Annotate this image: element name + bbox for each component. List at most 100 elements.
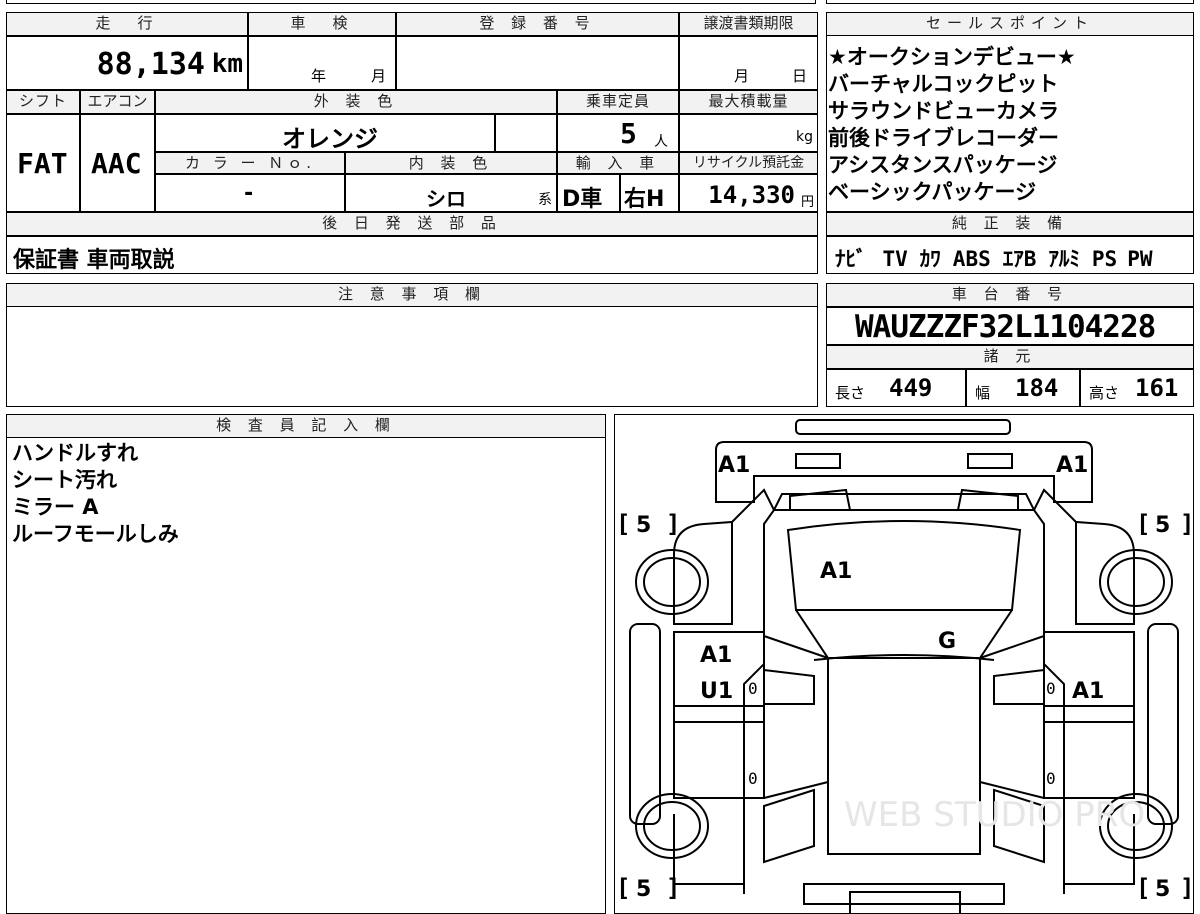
spec-width-cell: 幅 184 [966, 369, 1080, 407]
capacity-value: 5 [620, 117, 637, 150]
door-mark-lf: 0 [748, 679, 758, 698]
header-notes: 注 意 事 項 欄 [6, 283, 818, 307]
mark-front-right: A1 [1056, 453, 1088, 478]
header-capacity: 乗車定員 [557, 90, 679, 114]
sales-point-item: ★オークションデビュー★ [828, 45, 1076, 69]
transfer-day: 日 [792, 67, 808, 85]
mark-left-door-1: A1 [700, 643, 732, 668]
ext-color-value: オレンジ [282, 125, 378, 153]
spec-length-label: 長さ [835, 384, 866, 402]
spec-length-cell: 長さ 449 [826, 369, 966, 407]
top-strip-right [826, 0, 1194, 4]
mark-left-door-2: U1 [700, 679, 733, 704]
car-diagram: [ ] [ ] [ ] [ ] 5 5 5 5 A1 A1 A1 G A1 U1… [616, 419, 1194, 913]
import-type-cell: D車 [557, 174, 620, 212]
inspector-note: ルーフモールしみ [12, 522, 179, 546]
max-load-cell: kg [679, 114, 818, 152]
genuine-item: TV [882, 247, 908, 271]
inspector-note: シート汚れ [12, 468, 117, 492]
tire-rr-mark: 5 [1155, 877, 1170, 902]
genuine-item: ｶﾜ [919, 247, 941, 271]
tire-rl-bracket-left: [ [616, 874, 630, 902]
steering-value: 右H [624, 187, 665, 212]
tire-fl-bracket-left: [ [616, 510, 630, 538]
header-transfer-deadline: 譲渡書類期限 [679, 12, 818, 36]
capacity-cell: 5 人 [557, 114, 679, 152]
sales-point-item: バーチャルコックピット [828, 72, 1059, 96]
recycle-value: 14,330 [708, 181, 795, 209]
genuine-list: ﾅﾋﾞ TV ｶﾜ ABS ｴｱB ｱﾙﾐ PS PW [835, 243, 1152, 273]
genuine-cell: ﾅﾋﾞ TV ｶﾜ ABS ｴｱB ｱﾙﾐ PS PW [826, 236, 1194, 274]
top-strip [6, 0, 816, 4]
header-specs: 諸 元 [826, 345, 1194, 369]
aircon-cell: AAC [80, 114, 155, 212]
spec-height-cell: 高さ 161 [1080, 369, 1194, 407]
sales-point-item: アシスタンスパッケージ [828, 153, 1058, 177]
genuine-item: ABS [952, 247, 991, 271]
header-color-no: カ ラ ー Ｎｏ. [155, 152, 345, 174]
sales-point-item: 前後ドライブレコーダー [828, 126, 1059, 150]
import-type-value: D車 [562, 187, 603, 212]
int-color-suffix: 系 [538, 192, 552, 208]
sales-points-list: ★オークションデビュー★ バーチャルコックピット サラウンドビューカメラ 前後ド… [828, 44, 1192, 206]
reg-no-cell [396, 36, 679, 90]
header-aircon: エアコン [80, 90, 155, 114]
ext-color-cell: オレンジ [155, 114, 495, 153]
header-reg-no: 登 録 番 号 [396, 12, 679, 36]
header-recycle: リサイクル預託金 [679, 152, 818, 174]
max-load-unit: kg [796, 129, 813, 145]
int-color-cell: シロ 系 [345, 174, 557, 212]
header-genuine: 純 正 装 備 [826, 212, 1194, 236]
tire-fl-mark: 5 [636, 513, 651, 538]
inspector-notes-list: ハンドルすれ シート汚れ ミラー A ルーフモールしみ [12, 440, 592, 548]
tire-fr-bracket-left: [ [1136, 510, 1150, 538]
shaken-month: 月 [371, 67, 387, 85]
chassis-cell: WAUZZZF32L1104228 [826, 307, 1194, 345]
inspector-note: ハンドルすれ [12, 441, 138, 465]
shift-value: FAT [17, 147, 68, 180]
color-no-cell: - [155, 174, 345, 212]
recycle-cell: 14,330 円 [679, 174, 818, 212]
color-no-value: - [242, 181, 256, 206]
later-parts-value: 保証書 車両取説 [13, 248, 175, 273]
header-sales-points: セールスポイント [826, 12, 1194, 36]
aircon-value: AAC [91, 147, 142, 180]
transfer-deadline-cell: 月 日 [679, 36, 818, 90]
door-mark-rr: 0 [1046, 769, 1056, 788]
genuine-item: ﾅﾋﾞ [835, 247, 867, 271]
sales-point-item: ベーシックパッケージ [828, 180, 1037, 204]
mileage-unit: km [211, 49, 243, 79]
shaken-cell: 年 月 [248, 36, 396, 90]
mark-roof: G [938, 629, 956, 654]
mark-front-left: A1 [718, 453, 750, 478]
spec-length-value: 449 [889, 374, 933, 402]
later-parts-cell: 保証書 車両取説 [6, 236, 818, 274]
header-mileage: 走 行 [6, 12, 248, 36]
header-shift: シフト [6, 90, 80, 114]
steering-cell: 右H [620, 174, 679, 212]
genuine-item: PS [1091, 247, 1118, 271]
mark-right-door: A1 [1072, 679, 1104, 704]
transfer-month: 月 [734, 67, 750, 85]
shaken-year: 年 [311, 67, 327, 85]
sales-point-item: サラウンドビューカメラ [828, 99, 1059, 123]
tire-fr-bracket-right: ] [1180, 510, 1194, 538]
tire-fr-mark: 5 [1155, 513, 1170, 538]
header-shaken: 車 検 [248, 12, 396, 36]
tire-fl-bracket-right: ] [666, 510, 680, 538]
genuine-item: ｱﾙﾐ [1048, 247, 1080, 271]
door-mark-rf: 0 [1046, 679, 1056, 698]
header-import: 輸 入 車 [557, 152, 679, 174]
mark-windshield: A1 [820, 559, 852, 584]
car-diagram-block: [ ] [ ] [ ] [ ] 5 5 5 5 A1 A1 A1 G A1 U1… [614, 414, 1194, 914]
tire-rr-bracket-right: ] [1180, 874, 1194, 902]
chassis-number: WAUZZZF32L1104228 [855, 309, 1156, 345]
inspector-note: ミラー A [12, 495, 99, 519]
header-later-parts: 後 日 発 送 部 品 [6, 212, 818, 236]
header-chassis: 車 台 番 号 [826, 283, 1194, 307]
spec-height-value: 161 [1135, 374, 1179, 402]
ext-color-extra-cell [495, 114, 557, 152]
header-inspector: 検 査 員 記 入 欄 [6, 414, 606, 438]
header-int-color: 内 装 色 [345, 152, 557, 174]
tire-rr-bracket-left: [ [1136, 874, 1150, 902]
